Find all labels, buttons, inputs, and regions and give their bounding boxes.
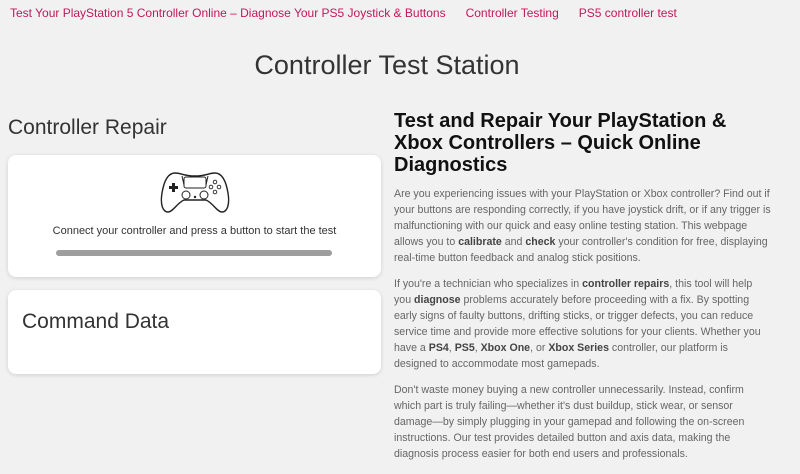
keyword-ps4: PS4 xyxy=(428,342,449,354)
controller-status-card: Connect your controller and press a butt… xyxy=(8,155,381,277)
article-title: Test and Repair Your PlayStation & Xbox … xyxy=(394,110,727,176)
keyword-xbox-series: Xbox Series xyxy=(548,342,609,354)
keyword-controller-repairs: controller repairs xyxy=(582,278,670,290)
nav-link-ps5-controller-test[interactable]: PS5 controller test xyxy=(579,6,677,20)
top-navigation: Test Your PlayStation 5 Controller Onlin… xyxy=(10,6,677,20)
keyword-xbox-one: Xbox One xyxy=(480,342,531,354)
command-data-card: Command Data xyxy=(8,290,381,374)
keyword-check: check xyxy=(525,236,556,248)
keyword-calibrate: calibrate xyxy=(458,236,502,248)
repair-section: Controller Repair xyxy=(8,116,381,140)
test-progress-bar xyxy=(56,250,332,256)
nav-link-controller-testing[interactable]: Controller Testing xyxy=(466,6,559,20)
connect-prompt: Connect your controller and press a butt… xyxy=(52,225,337,237)
keyword-ps5: PS5 xyxy=(454,342,475,354)
article-paragraph-3: Don't waste money buying a new controlle… xyxy=(394,384,745,460)
article-section: Test and Repair Your PlayStation & Xbox … xyxy=(394,110,772,462)
article-paragraph-2: If you're a technician who specializes i… xyxy=(394,278,761,370)
keyword-diagnose: diagnose xyxy=(414,294,461,306)
test-progress-fill xyxy=(56,250,332,256)
nav-link-ps5-test-article[interactable]: Test Your PlayStation 5 Controller Onlin… xyxy=(10,6,446,20)
page-title: Controller Test Station xyxy=(254,50,520,80)
command-data-heading: Command Data xyxy=(22,310,170,333)
gamepad-icon xyxy=(160,172,230,213)
repair-heading: Controller Repair xyxy=(8,116,167,139)
article-paragraph-1: Are you experiencing issues with your Pl… xyxy=(394,188,771,264)
